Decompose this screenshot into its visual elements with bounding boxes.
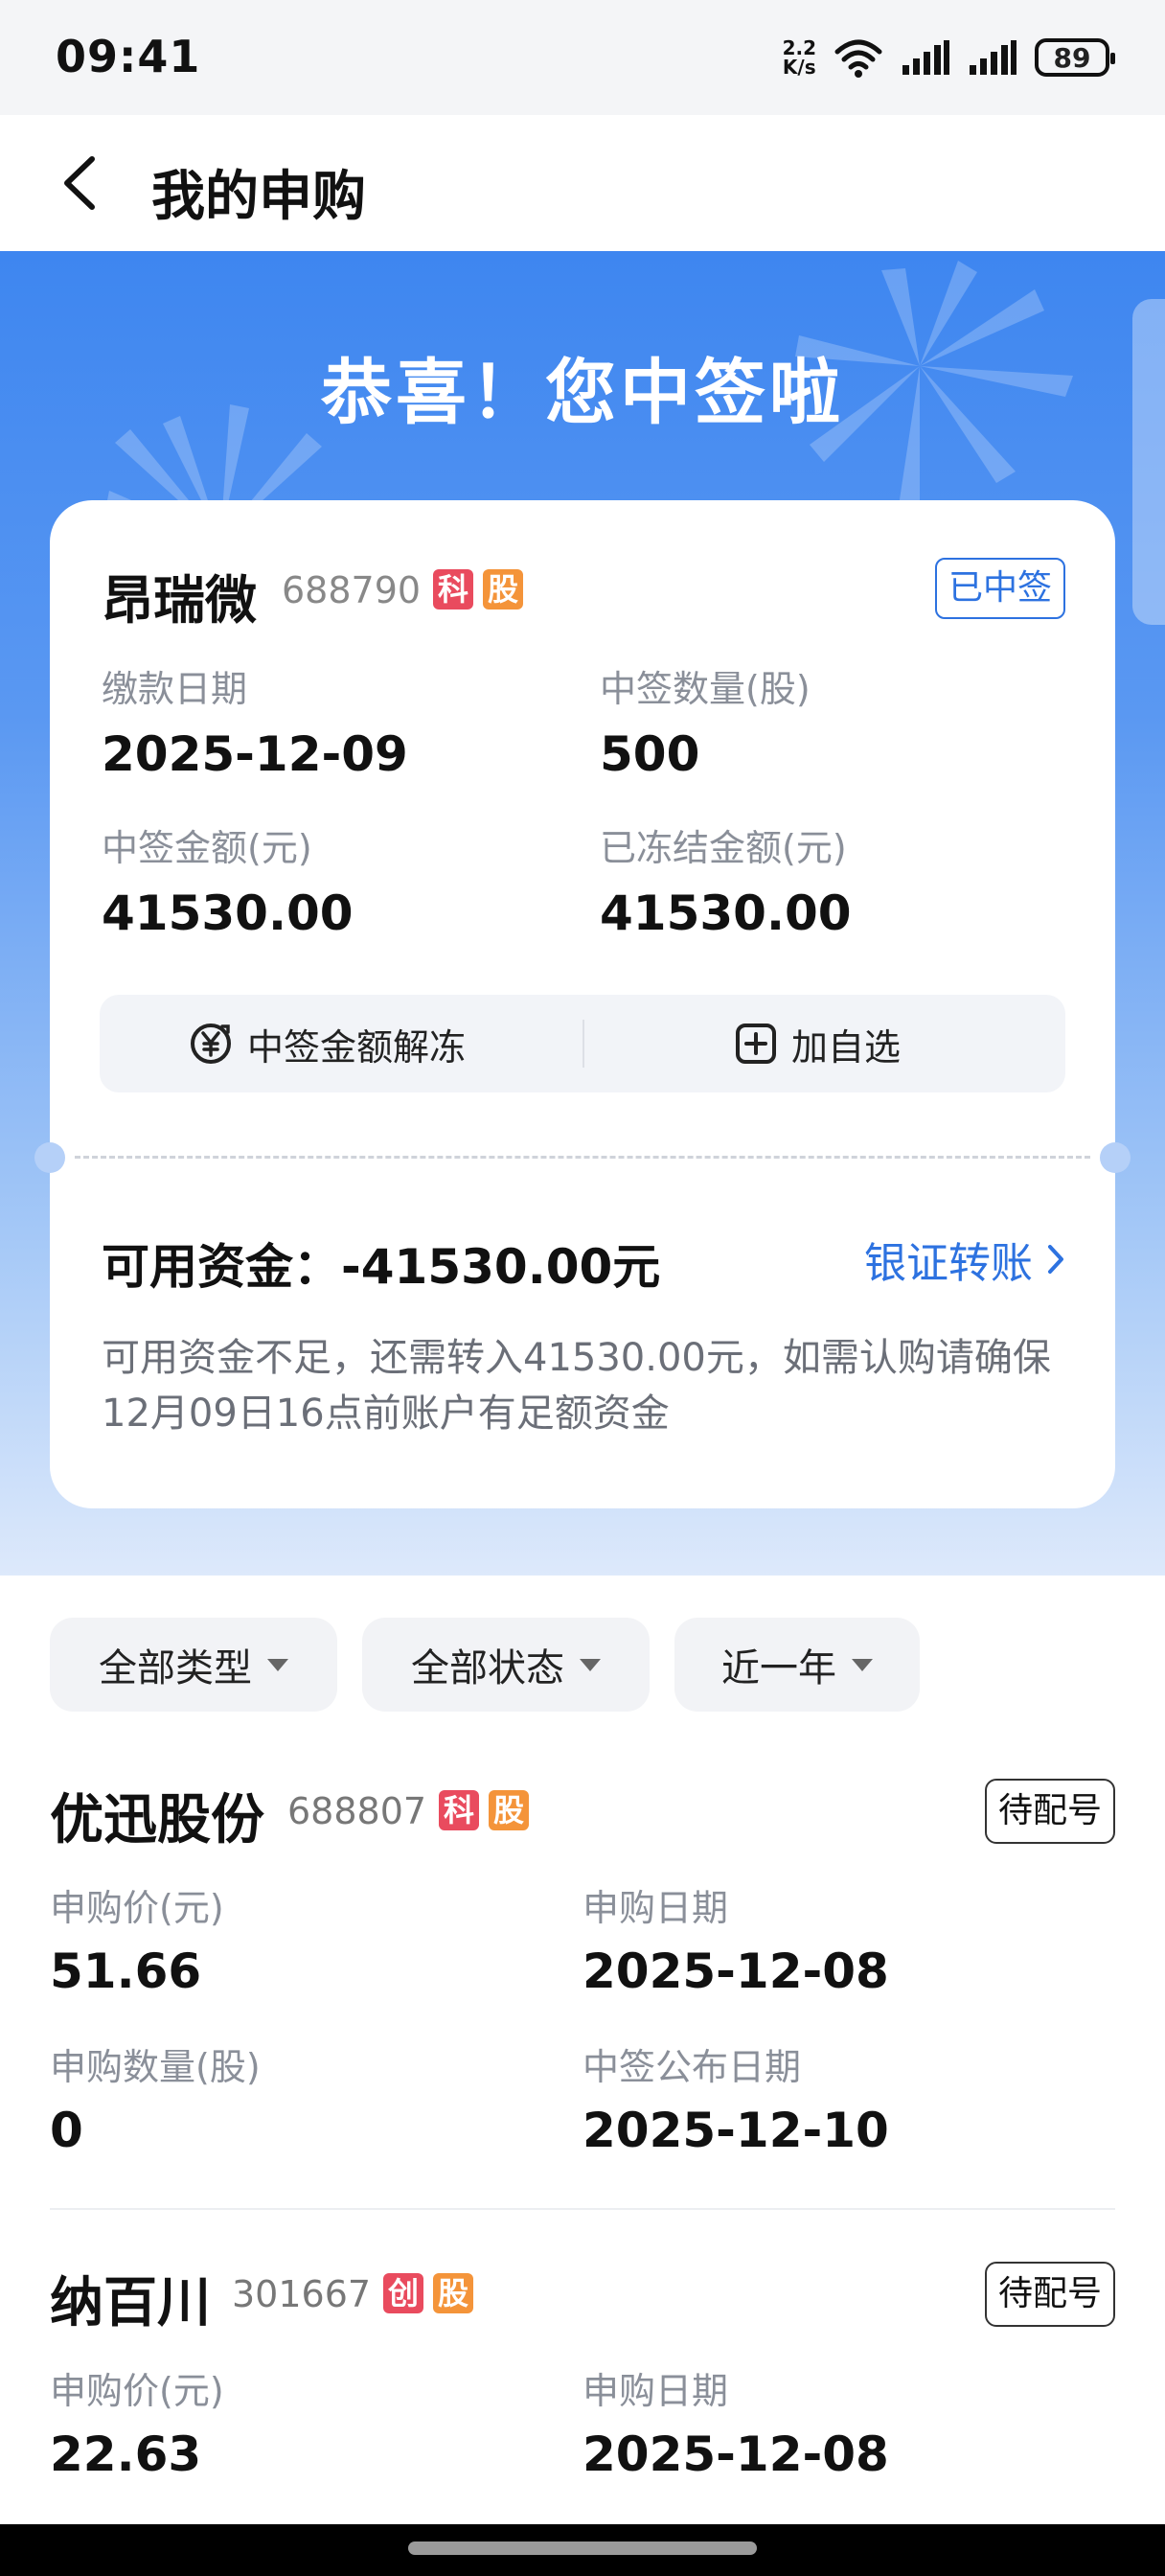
list-divider bbox=[50, 2208, 1115, 2210]
stock-code: 688790 bbox=[282, 569, 422, 611]
board-tags: 创 股 bbox=[383, 2273, 474, 2313]
winning-ipo-card: 昂瑞微 688790 科 股 已中签 缴款日期 2025-12-09 中签数量(… bbox=[34, 500, 1131, 1508]
stock-name: 昂瑞微 bbox=[102, 570, 257, 631]
frozen-amount-label: 已冻结金额(元) bbox=[600, 827, 847, 869]
sub-date-value: 2025-12-08 bbox=[582, 1944, 889, 1999]
congrats-headline: 恭喜！您中签啦 bbox=[321, 352, 844, 434]
sub-price-value: 51.66 bbox=[50, 1944, 202, 1999]
battery-icon: 89 bbox=[1035, 38, 1115, 77]
sub-date-value: 2025-12-08 bbox=[582, 2426, 889, 2482]
page-title: 我的申购 bbox=[151, 166, 366, 228]
payment-date-label: 缴款日期 bbox=[102, 668, 248, 710]
add-watchlist-label: 加自选 bbox=[791, 1025, 902, 1069]
sub-price-value: 22.63 bbox=[50, 2426, 202, 2482]
won-amount-label: 中签金额(元) bbox=[102, 827, 312, 869]
insufficient-funds-notice: 可用资金不足，还需转入41530.00元，如需认购请确保12月09日16点前账户… bbox=[102, 1336, 1051, 1436]
sub-date-label: 申购日期 bbox=[582, 2370, 729, 2412]
sub-price-label: 申购价(元) bbox=[50, 1887, 224, 1929]
caret-down-icon bbox=[580, 1658, 601, 1671]
wifi-icon bbox=[834, 39, 882, 78]
add-box-icon bbox=[736, 1024, 776, 1064]
filter-type[interactable]: 全部类型 bbox=[50, 1618, 337, 1712]
sub-price-label: 申购价(元) bbox=[50, 2370, 224, 2412]
announce-date-value: 2025-12-10 bbox=[582, 2103, 889, 2158]
signal-icon bbox=[902, 40, 949, 75]
filter-period[interactable]: 近一年 bbox=[674, 1618, 920, 1712]
status-time: 09:41 bbox=[56, 31, 201, 82]
back-arrow-icon[interactable] bbox=[54, 151, 111, 215]
sub-date-label: 申购日期 bbox=[582, 1887, 729, 1929]
won-amount-value: 41530.00 bbox=[102, 886, 354, 941]
ticket-notch-left bbox=[34, 1142, 65, 1173]
chinext-tag: 创 bbox=[383, 2273, 424, 2313]
add-watchlist-button[interactable]: 加自选 bbox=[734, 995, 901, 1092]
available-funds: 可用资金：-41530.00元 bbox=[102, 1239, 661, 1295]
stock-tag: 股 bbox=[489, 1790, 530, 1830]
signal-icon-2 bbox=[970, 40, 1017, 75]
board-tags: 科 股 bbox=[439, 1790, 530, 1830]
chevron-right-icon bbox=[1048, 1245, 1063, 1274]
sub-qty-label: 申购数量(股) bbox=[50, 2046, 261, 2088]
star-market-tag: 科 bbox=[433, 569, 474, 610]
won-shares-value: 500 bbox=[600, 726, 700, 782]
payment-date-value: 2025-12-09 bbox=[102, 726, 408, 782]
status-bar: 09:41 2.2 K/s 89 bbox=[0, 0, 1165, 115]
network-speed: 2.2 K/s bbox=[782, 36, 816, 79]
board-tags: 科 股 bbox=[433, 569, 524, 610]
ipo-list-section: 全部类型 全部状态 近一年 优迅股份 688807 科 股 待配号 申购价(元)… bbox=[0, 1576, 1165, 2576]
status-badge: 待配号 bbox=[984, 1779, 1115, 1844]
unfreeze-button[interactable]: 中签金额解冻 bbox=[188, 995, 466, 1092]
won-shares-label: 中签数量(股) bbox=[600, 668, 811, 710]
stock-tag: 股 bbox=[433, 2273, 474, 2313]
ipo-code: 688807 bbox=[287, 1790, 427, 1832]
card-actions: 中签金额解冻 加自选 bbox=[100, 995, 1065, 1092]
caret-down-icon bbox=[267, 1658, 288, 1671]
ticket-notch-right bbox=[1100, 1142, 1131, 1173]
status-badge: 待配号 bbox=[984, 2262, 1115, 2327]
action-divider bbox=[582, 1020, 584, 1068]
app-header: 我的申购 bbox=[0, 115, 1165, 251]
announce-date-label: 中签公布日期 bbox=[582, 2046, 802, 2088]
unfreeze-label: 中签金额解冻 bbox=[247, 1025, 467, 1069]
list-item[interactable]: 优迅股份 688807 科 股 待配号 申购价(元) 51.66 申购日期 20… bbox=[0, 1777, 1165, 2158]
frozen-amount-value: 41530.00 bbox=[600, 886, 852, 941]
filter-status[interactable]: 全部状态 bbox=[362, 1618, 650, 1712]
sub-qty-value: 0 bbox=[50, 2103, 83, 2158]
list-item[interactable]: 纳百川 301667 创 股 待配号 申购价(元) 22.63 申购日期 202… bbox=[0, 2260, 1165, 2566]
home-indicator bbox=[0, 2524, 1165, 2576]
status-icons: 2.2 K/s 89 bbox=[782, 34, 1115, 80]
caret-down-icon bbox=[852, 1658, 873, 1671]
stock-tag: 股 bbox=[483, 569, 524, 610]
bank-transfer-link[interactable]: 银证转账 bbox=[864, 1229, 1065, 1290]
ticket-divider bbox=[75, 1156, 1090, 1159]
ipo-code: 301667 bbox=[232, 2273, 372, 2315]
yen-coin-icon bbox=[191, 1024, 231, 1064]
star-market-tag: 科 bbox=[439, 1790, 480, 1830]
home-bar[interactable] bbox=[408, 2542, 757, 2555]
ipo-name: 纳百川 bbox=[50, 2272, 211, 2334]
ipo-name: 优迅股份 bbox=[50, 1789, 264, 1852]
status-badge: 已中签 bbox=[934, 558, 1065, 619]
